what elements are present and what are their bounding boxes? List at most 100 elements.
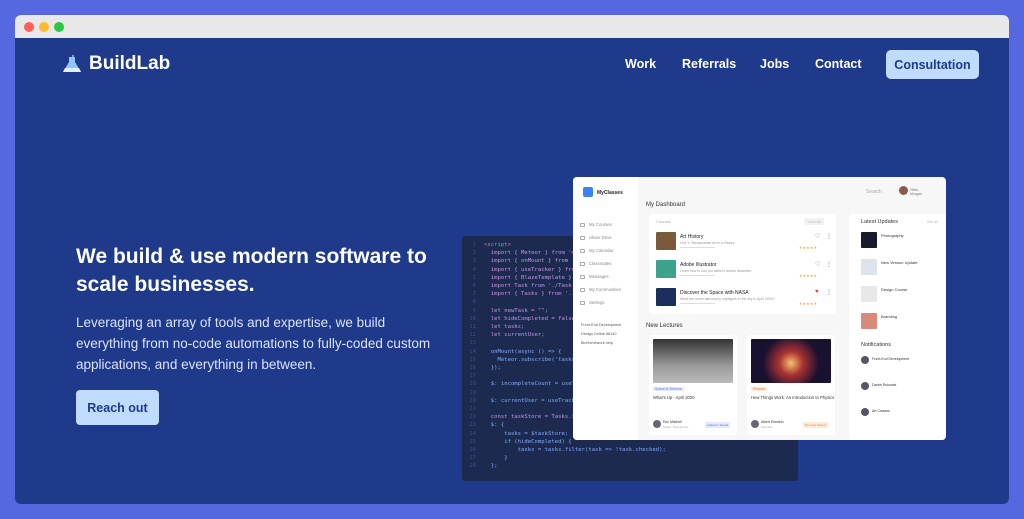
nav-referrals[interactable]: Referrals <box>682 57 736 71</box>
author-avatar <box>653 420 661 428</box>
view-all-button[interactable]: View All <box>804 218 824 225</box>
code-text: tasks = tasks.filter(task => !task.check… <box>484 447 666 454</box>
close-dot-icon[interactable] <box>24 22 34 32</box>
sidebar-item-icon <box>580 235 585 240</box>
nav-jobs[interactable]: Jobs <box>760 57 789 71</box>
author-avatar <box>751 420 759 428</box>
update-title[interactable]: New Version Update <box>881 260 917 265</box>
dashboard-preview: MyClasses My Courses Share Drive My Calend… <box>573 177 946 440</box>
save-button[interactable]: Remove Saved <box>803 422 828 428</box>
sidebar-item[interactable]: Share Drive <box>580 235 612 240</box>
group-link[interactable]: Front-End Development <box>581 323 621 327</box>
title-bar <box>15 15 1009 38</box>
notification-title: Front-End Development <box>872 357 910 361</box>
course-title[interactable]: Discover the Space with NASA <box>680 290 749 296</box>
lecture-title: How Things Work: An Introduction to Phys… <box>751 395 835 400</box>
line-number: 24 <box>469 430 476 437</box>
maximize-dot-icon[interactable] <box>54 22 64 32</box>
course-title[interactable]: Art History <box>680 234 703 240</box>
line-number: 9 <box>472 307 476 314</box>
code-text: <script> <box>484 242 511 248</box>
heart-icon[interactable]: ♡ <box>815 233 820 240</box>
notification-avatar <box>861 408 869 416</box>
dashboard-title: My Dashboard <box>646 202 686 208</box>
line-number: 4 <box>472 266 476 273</box>
update-title[interactable]: Photography <box>881 233 904 238</box>
course-subtitle: Unit 1: Renaissance Art in a history <box>680 241 735 245</box>
update-thumbnail <box>861 286 877 302</box>
line-number: 8 <box>472 299 476 306</box>
nav-work[interactable]: Work <box>625 57 656 71</box>
line-number: 18 <box>469 381 476 388</box>
minimize-dot-icon[interactable] <box>39 22 49 32</box>
app-name: MyClasses <box>597 190 623 196</box>
course-subtitle: Learn how to use pro skills in Adobe Ill… <box>680 269 752 273</box>
sidebar-item-icon <box>580 261 585 266</box>
flask-icon <box>63 55 81 72</box>
line-number: 21 <box>469 406 476 413</box>
sidebar-item-icon <box>580 274 585 279</box>
consultation-button[interactable]: Consultation <box>886 50 979 79</box>
brand-logo[interactable]: BuildLab <box>61 53 170 75</box>
more-icon[interactable]: ⋮ <box>826 233 832 240</box>
sidebar-item[interactable]: Messages <box>580 274 609 279</box>
notification-avatar <box>861 356 869 364</box>
sidebar-item-icon <box>580 300 585 305</box>
group-link[interactable]: BioHomework help <box>581 341 613 345</box>
reach-out-button[interactable]: Reach out <box>76 390 159 425</box>
see-all-link[interactable]: See all <box>927 220 938 224</box>
code-line: 26 tasks = tasks.filter(task => !task.ch… <box>462 446 798 454</box>
sidebar-item[interactable]: My Communities <box>580 287 621 292</box>
code-line: 28 }; <box>462 462 798 470</box>
search-field: Search <box>866 189 882 195</box>
rating-stars: ★★★★★ <box>799 245 817 250</box>
sidebar-item-label: Settings <box>589 300 605 305</box>
courses-filter[interactable]: Courses <box>656 219 671 224</box>
user-avatar <box>899 186 908 195</box>
sidebar-item[interactable]: Settings <box>580 300 605 305</box>
code-text: if (hideCompleted) { <box>484 438 572 445</box>
sidebar-item-label: Share Drive <box>589 235 612 240</box>
course-title[interactable]: Adobe Illustrator <box>680 262 716 268</box>
line-number: 5 <box>472 274 476 281</box>
line-number: 14 <box>469 348 476 355</box>
line-number: 12 <box>469 332 476 339</box>
course-thumbnail <box>656 288 676 306</box>
lecture-card[interactable]: Space & Science What's Up - April 2020 Eri… <box>649 335 737 435</box>
sidebar-item[interactable]: My Calendar <box>580 248 613 253</box>
code-text: let newTask = ""; <box>484 307 548 314</box>
code-text: tasks = $taskStore; <box>484 430 569 437</box>
hero-title: We build & use modern software to scale … <box>76 245 427 296</box>
line-number: 3 <box>472 258 476 265</box>
latest-updates-title: Latest Updates <box>861 219 898 225</box>
heart-icon[interactable]: ♥ <box>815 289 819 295</box>
save-button[interactable]: Added in Saved <box>705 422 731 428</box>
nav-contact[interactable]: Contact <box>815 57 862 71</box>
code-text: onMount(async () => { <box>484 348 562 355</box>
line-number: 13 <box>469 340 476 347</box>
code-text: let tasks; <box>484 324 525 331</box>
group-link[interactable]: Design Online #8140 <box>581 332 616 336</box>
sidebar-item[interactable]: My Courses <box>580 222 612 227</box>
more-icon[interactable]: ⋮ <box>826 289 832 296</box>
more-icon[interactable]: ⋮ <box>826 261 832 268</box>
code-text: } <box>484 455 508 462</box>
hero-description: Leveraging an array of tools and experti… <box>76 315 431 372</box>
code-line: 27 } <box>462 454 798 462</box>
sidebar-item-label: My Calendar <box>589 248 614 253</box>
course-thumbnail <box>656 260 676 278</box>
line-number: 17 <box>469 373 476 380</box>
course-thumbnail <box>656 232 676 250</box>
heart-icon[interactable]: ♡ <box>815 261 820 268</box>
author-name: Albert Einstein <box>761 420 784 424</box>
lecture-card[interactable]: Physics How Things Work: An Introduction … <box>747 335 835 435</box>
course-progress-bar <box>680 303 715 304</box>
sidebar-item[interactable]: Classmates <box>580 261 611 266</box>
update-title[interactable]: Branding <box>881 314 897 319</box>
lecture-tag: Space & Science <box>653 387 684 391</box>
browser-window: BuildLab Work Referrals Jobs Contact Con… <box>15 15 1009 504</box>
line-number: 7 <box>472 291 476 298</box>
update-title[interactable]: Design Course <box>881 287 907 292</box>
lecture-image <box>653 339 733 383</box>
app-logo-icon <box>583 187 593 197</box>
